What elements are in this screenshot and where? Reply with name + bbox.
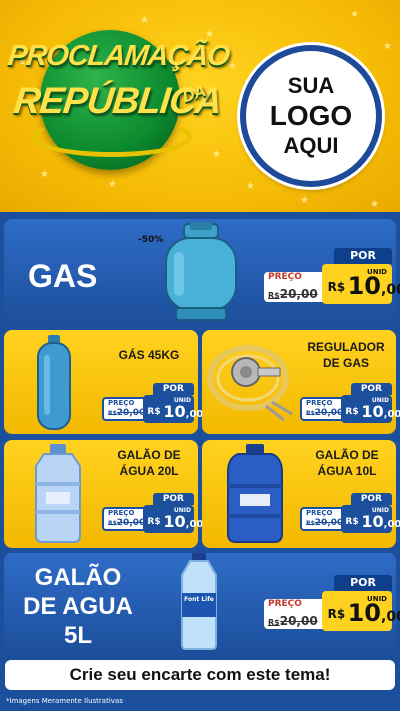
galao10-title-line2: ÁGUA 10L: [317, 464, 377, 478]
galao5-title-line2: DE AGUA: [23, 593, 133, 620]
price-value: 10,00: [361, 512, 400, 531]
star-icon: ★: [370, 199, 379, 210]
galao5-title: GALÃO DE AGUA 5L: [8, 563, 148, 650]
galao20-title-line1: GALÃO DE: [117, 448, 181, 462]
new-price-box: R$ 10,00 UNID: [341, 505, 400, 533]
star-icon: ★: [383, 41, 392, 52]
regulador-price-tag: POR PREÇO R$20,00 R$ 10,00 UNID: [300, 383, 400, 423]
preco-label: PREÇO: [306, 399, 333, 407]
old-price: R$20,00: [268, 287, 318, 301]
emblem-ring: [32, 117, 192, 157]
unit-label: UNID: [367, 268, 387, 276]
price-value: 10,00: [163, 512, 204, 531]
currency-symbol: R$: [345, 407, 359, 417]
por-label: POR: [350, 383, 392, 395]
unit-label: UNID: [371, 397, 389, 404]
new-price-box: R$ 10,00 UNID: [143, 505, 203, 533]
galao5-price-tag: POR PREÇO R$20,00 R$ 10,00 UNID: [264, 575, 400, 631]
headline-line1: PROCLAMAÇÃO: [6, 40, 231, 72]
gas-title: GAS: [28, 258, 98, 294]
gas-cylinder-icon: [165, 222, 237, 321]
preco-label: PREÇO: [268, 599, 302, 609]
por-label: POR: [334, 575, 392, 591]
price-value: 10,00: [347, 599, 400, 627]
regulador-title-line1: REGULADOR: [307, 340, 385, 354]
currency-symbol: R$: [147, 407, 161, 417]
star-icon: ★: [228, 61, 237, 72]
galao10-price-tag: POR PREÇO R$20,00 R$ 10,00 UNID: [300, 493, 400, 533]
logo-placeholder[interactable]: SUA LOGO AQUI: [240, 45, 382, 187]
por-label: POR: [152, 493, 194, 505]
galao5-title-line3: 5L: [63, 622, 92, 649]
gas-regulator-icon: [207, 345, 293, 422]
gas45-title: GÁS 45KG: [118, 348, 180, 362]
unit-label: UNID: [173, 507, 191, 514]
bottle-label: Font Life: [184, 596, 214, 603]
galao5-title-line1: GALÃO: [34, 564, 122, 591]
galao10-title: GALÃO DE ÁGUA 10L: [300, 447, 394, 479]
galao20-title-line2: ÁGUA 20L: [119, 464, 179, 478]
unit-label: UNID: [371, 507, 389, 514]
logo-text-line2: LOGO: [269, 100, 353, 131]
gas45-cylinder-icon: [37, 335, 71, 430]
regulador-title: REGULADOR DE GAS: [298, 339, 394, 371]
galao10-title-line1: GALÃO DE: [315, 448, 379, 462]
price-value: 10,00: [361, 402, 400, 421]
currency-symbol: R$: [327, 607, 346, 621]
unit-label: UNID: [173, 397, 191, 404]
water-jug-20l-icon: [35, 444, 81, 543]
old-price: R$20,00: [306, 408, 344, 418]
star-icon: ★: [350, 9, 359, 20]
por-label: POR: [334, 248, 392, 264]
old-price: R$20,00: [108, 408, 146, 418]
cta-button[interactable]: Crie seu encarte com este tema!: [5, 660, 395, 690]
currency-symbol: R$: [147, 517, 161, 527]
preco-label: PREÇO: [268, 272, 302, 282]
star-icon: ★: [246, 181, 255, 192]
new-price-box: R$ 10,00 UNID: [321, 264, 400, 304]
disclaimer: *Imagens Meramente Ilustrativas: [6, 697, 123, 705]
logo-text-line1: SUA: [287, 73, 335, 98]
price-value: 10,00: [347, 272, 400, 300]
old-price-box: PREÇO R$20,00: [264, 272, 331, 302]
new-price-box: R$ 10,00 UNID: [143, 395, 203, 423]
star-icon: ★: [300, 195, 309, 206]
gas45-price-tag: POR PREÇO R$20,00 R$ 10,00 UNID: [102, 383, 203, 423]
preco-label: PREÇO: [306, 509, 333, 517]
gas-price-tag: POR PREÇO R$20,00 R$ 10,00 UNID: [264, 248, 400, 304]
preco-label: PREÇO: [108, 399, 135, 407]
preco-label: PREÇO: [108, 509, 135, 517]
galao20-title: GALÃO DE ÁGUA 20L: [104, 447, 194, 479]
galao20-price-tag: POR PREÇO R$20,00 R$ 10,00 UNID: [102, 493, 203, 533]
currency-symbol: R$: [327, 280, 346, 294]
regulador-title-line2: DE GAS: [322, 356, 369, 370]
old-price: R$20,00: [306, 518, 344, 528]
old-price-box: PREÇO R$20,00: [264, 599, 331, 629]
currency-symbol: R$: [345, 517, 359, 527]
por-label: POR: [152, 383, 194, 395]
logo-text-line3: AQUI: [283, 133, 339, 158]
old-price: R$20,00: [268, 614, 318, 628]
old-price: R$20,00: [108, 518, 146, 528]
water-jug-10l-icon: [227, 444, 283, 543]
por-label: POR: [350, 493, 392, 505]
new-price-box: R$ 10,00 UNID: [341, 395, 400, 423]
price-value: 10,00: [163, 402, 204, 421]
star-icon: ★: [212, 149, 221, 160]
new-price-box: R$ 10,00 UNID: [321, 591, 400, 631]
unit-label: UNID: [367, 595, 387, 603]
